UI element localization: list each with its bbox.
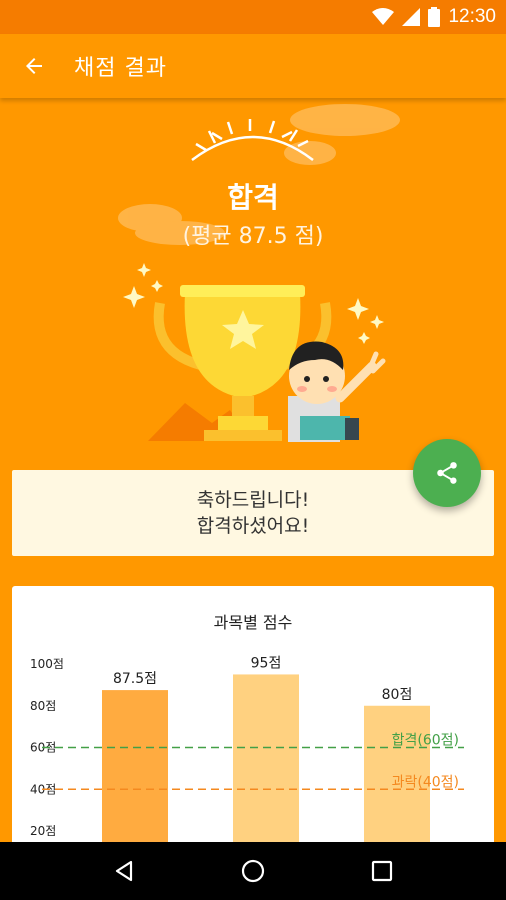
reference-line-label: 과락(40점) <box>392 774 459 790</box>
triangle-back-icon <box>116 860 133 882</box>
reference-line-label: 합격(60점) <box>392 733 459 749</box>
status-icons: 12:30 <box>372 6 496 28</box>
y-tick-label: 100점 <box>30 657 64 671</box>
cell-signal-icon <box>402 8 421 26</box>
hero-illustration <box>118 104 400 442</box>
y-tick-label: 20점 <box>30 824 56 838</box>
nav-home-button[interactable] <box>223 847 283 895</box>
back-button[interactable] <box>12 46 56 86</box>
app-bar: 채점 결과 <box>0 34 506 98</box>
navigation-bar <box>0 842 506 900</box>
square-recents-icon <box>371 860 392 882</box>
bar <box>102 690 168 856</box>
congrats-line-2: 합격하셨어요! <box>196 515 310 537</box>
y-tick-label: 80점 <box>30 699 56 713</box>
bar-value-label: 95점 <box>251 655 282 671</box>
score-chart: 과목별 점수20점40점60점80점100점87.5점95점80점합격(60점)… <box>30 613 464 856</box>
status-bar: 12:30 <box>0 0 506 34</box>
bar <box>233 674 299 856</box>
page-title: 채점 결과 <box>74 56 167 81</box>
battery-icon <box>428 7 441 27</box>
result-status: 합격 <box>227 181 279 214</box>
bar-value-label: 80점 <box>382 687 413 703</box>
circle-home-icon <box>241 859 265 883</box>
share-icon <box>437 462 457 484</box>
congrats-line-1: 축하드립니다! <box>196 489 310 511</box>
wifi-icon <box>372 8 395 25</box>
arrow-back-icon <box>26 58 42 74</box>
status-time: 12:30 <box>448 6 496 27</box>
result-hero: 합격 (평균 87.5 점) <box>0 98 506 458</box>
chart-title: 과목별 점수 <box>214 613 293 632</box>
score-chart-card: 과목별 점수 20점 40점 60점 80점 100점 87.5점 95점 80점 합격(60점)… <box>12 586 494 856</box>
nav-recents-button[interactable] <box>352 847 412 895</box>
share-button[interactable] <box>413 439 481 507</box>
average-score: (평균 87.5 점) <box>182 224 324 249</box>
character-illustration <box>288 341 386 442</box>
bar-value-label: 87.5점 <box>113 671 157 687</box>
nav-back-button[interactable] <box>94 847 154 895</box>
